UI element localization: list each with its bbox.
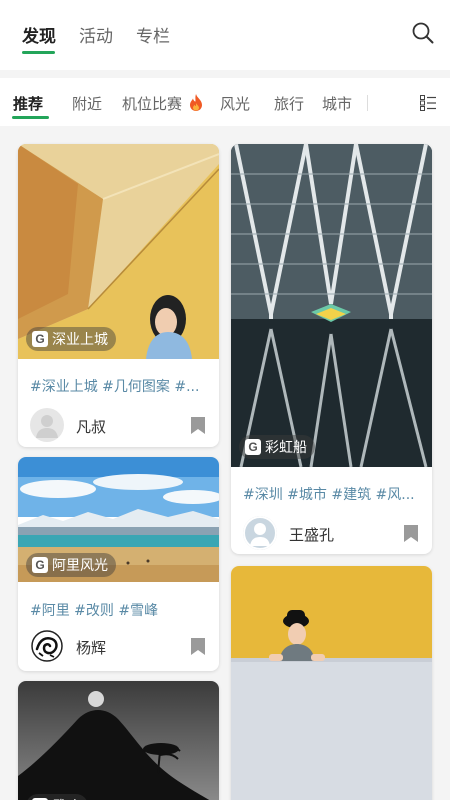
photo-tags[interactable]: #深业上城 #几何图案 #...	[30, 376, 209, 396]
photo-image	[231, 144, 432, 467]
bookmark-icon[interactable]	[404, 525, 418, 542]
tab-column[interactable]: 专栏	[136, 22, 170, 47]
active-category-indicator	[12, 116, 49, 119]
category-list-icon[interactable]	[420, 95, 436, 111]
avatar[interactable]	[30, 408, 64, 442]
photo-card[interactable]	[231, 566, 432, 800]
category-travel[interactable]: 旅行	[274, 93, 304, 114]
photo-card[interactable]: G 彩虹船 #深圳 #城市 #建筑 #风... 王盛孔	[231, 144, 432, 554]
photo[interactable]: G 彩虹船	[231, 144, 432, 467]
category-nearby[interactable]: 附近	[72, 93, 102, 114]
photo-card[interactable]: G 阿里风光 #阿里 #改则 #雪峰 杨辉	[18, 457, 219, 671]
location-g-icon: G	[32, 331, 48, 347]
user-avatar-icon	[243, 516, 277, 550]
photo-tags[interactable]: #深圳 #城市 #建筑 #风...	[243, 484, 422, 504]
location-tag[interactable]: G 阿里风光	[26, 553, 116, 577]
default-avatar-icon	[36, 415, 58, 438]
avatar[interactable]	[243, 516, 277, 550]
location-label: 彩虹船	[265, 440, 307, 456]
location-label: 武功	[52, 796, 80, 800]
tab-discover[interactable]: 发现	[22, 22, 56, 47]
photo[interactable]: G 武功	[18, 681, 219, 800]
location-tag[interactable]: G 深业上城	[26, 327, 116, 351]
location-label: 深业上城	[52, 332, 108, 348]
author-row: 凡叔	[30, 408, 207, 444]
author-name[interactable]: 凡叔	[76, 416, 106, 437]
location-g-icon: G	[32, 557, 48, 573]
tab-activity[interactable]: 活动	[79, 22, 113, 47]
location-label: 阿里风光	[52, 558, 108, 574]
bookmark-icon[interactable]	[191, 638, 205, 655]
photo[interactable]: G 阿里风光	[18, 457, 219, 582]
avatar[interactable]	[30, 629, 64, 663]
photo-feed: G 深业上城 #深业上城 #几何图案 #... 凡叔 G 彩虹船 #深圳 #城市…	[0, 134, 450, 800]
photo-image	[231, 566, 432, 800]
photo-card[interactable]: G 深业上城 #深业上城 #几何图案 #... 凡叔	[18, 144, 219, 447]
author-name[interactable]: 王盛孔	[289, 524, 334, 545]
category-recommend[interactable]: 推荐	[13, 93, 43, 114]
author-name[interactable]: 杨辉	[76, 637, 106, 658]
bookmark-icon[interactable]	[191, 417, 205, 434]
active-tab-indicator	[22, 51, 55, 54]
dragon-avatar-icon	[31, 630, 63, 662]
photo[interactable]: G 深业上城	[18, 144, 219, 359]
category-spot-contest-label: 机位比赛	[122, 95, 183, 113]
location-g-icon: G	[245, 439, 261, 455]
location-tag[interactable]: G 彩虹船	[239, 435, 315, 459]
category-spot-contest[interactable]: 机位比赛	[122, 93, 203, 114]
author-row: 杨辉	[30, 629, 207, 665]
divider	[367, 95, 368, 111]
search-icon[interactable]	[412, 22, 434, 44]
photo-image	[18, 681, 219, 800]
photo[interactable]	[231, 566, 432, 800]
top-nav: 发现 活动 专栏	[0, 0, 450, 70]
location-tag[interactable]: G 武功	[26, 794, 88, 800]
photo-tags[interactable]: #阿里 #改则 #雪峰	[30, 600, 209, 620]
author-row: 王盛孔	[243, 516, 420, 552]
category-city[interactable]: 城市	[322, 93, 352, 114]
photo-card[interactable]: G 武功	[18, 681, 219, 800]
fire-icon	[189, 94, 202, 111]
category-bar: 推荐 附近 机位比赛 风光 旅行 城市	[0, 78, 450, 126]
category-landscape[interactable]: 风光	[220, 93, 250, 114]
